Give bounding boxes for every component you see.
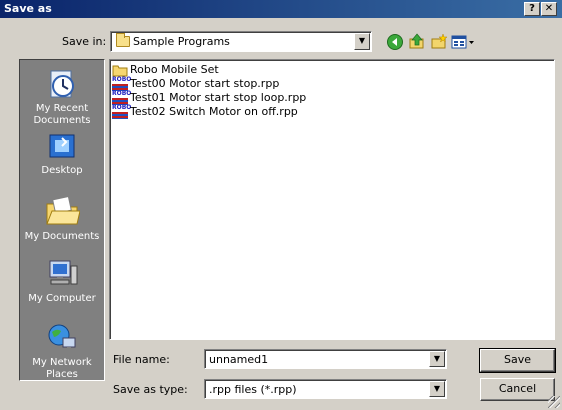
window-title: Save as bbox=[4, 2, 52, 15]
save-as-type-dropdown[interactable]: .rpp files (*.rpp) ▼ bbox=[204, 379, 447, 399]
file-name-label: File name: bbox=[113, 353, 170, 366]
place-my-documents[interactable]: My Documents bbox=[20, 194, 104, 243]
place-network-places[interactable]: My Network Places bbox=[20, 322, 104, 381]
save-in-value: Sample Programs bbox=[133, 35, 230, 48]
chevron-down-icon[interactable]: ▼ bbox=[429, 351, 445, 367]
place-label: My Computer bbox=[28, 293, 96, 304]
chevron-down-icon[interactable]: ▼ bbox=[429, 381, 445, 397]
robo-file-icon: ROBO bbox=[112, 91, 131, 105]
save-as-type-label: Save as type: bbox=[113, 383, 188, 396]
help-button[interactable]: ? bbox=[524, 2, 540, 16]
file-name: Test00 Motor start stop.rpp bbox=[130, 77, 280, 90]
file-list[interactable]: Robo Mobile Set ROBO Test00 Motor start … bbox=[109, 59, 555, 340]
file-name: Test02 Switch Motor on off.rpp bbox=[130, 105, 298, 118]
robo-file-icon: ROBO bbox=[112, 77, 131, 91]
place-recent-documents[interactable]: My Recent Documents bbox=[20, 68, 104, 127]
cancel-button[interactable]: Cancel bbox=[480, 378, 555, 401]
file-name-value: unnamed1 bbox=[209, 353, 269, 366]
my-computer-icon bbox=[49, 260, 78, 285]
new-folder-icon[interactable] bbox=[430, 33, 448, 51]
place-desktop[interactable]: Desktop bbox=[20, 132, 104, 177]
views-menu-icon[interactable] bbox=[450, 33, 476, 51]
network-places-icon bbox=[48, 324, 76, 350]
my-documents-icon bbox=[46, 195, 80, 225]
save-as-type-value: .rpp files (*.rpp) bbox=[209, 383, 297, 396]
recent-documents-icon bbox=[50, 70, 74, 98]
place-label: My Recent Documents bbox=[33, 103, 91, 126]
up-folder-icon[interactable] bbox=[408, 33, 426, 51]
save-in-label: Save in: bbox=[62, 35, 107, 48]
places-bar: My Recent Documents Desktop My Documents… bbox=[19, 59, 105, 381]
save-in-dropdown[interactable]: Sample Programs ▼ bbox=[110, 31, 372, 52]
place-label: My Network Places bbox=[32, 357, 92, 380]
folder-icon bbox=[116, 33, 130, 47]
folder-icon bbox=[112, 63, 128, 77]
save-button[interactable]: Save bbox=[479, 348, 556, 373]
place-label: Desktop bbox=[41, 165, 83, 176]
place-label: My Documents bbox=[24, 231, 100, 242]
place-my-computer[interactable]: My Computer bbox=[20, 258, 104, 305]
back-icon[interactable] bbox=[386, 33, 404, 51]
chevron-down-icon[interactable]: ▼ bbox=[354, 33, 370, 50]
file-name-field[interactable]: unnamed1 ▼ bbox=[204, 349, 447, 369]
resize-grip[interactable] bbox=[548, 396, 560, 408]
robo-file-icon: ROBO bbox=[112, 105, 131, 119]
close-button[interactable]: ✕ bbox=[541, 2, 557, 16]
file-name: Robo Mobile Set bbox=[130, 63, 219, 76]
desktop-icon bbox=[49, 134, 75, 158]
title-bar: Save as ? ✕ bbox=[0, 0, 562, 18]
file-name: Test01 Motor start stop loop.rpp bbox=[130, 91, 307, 104]
